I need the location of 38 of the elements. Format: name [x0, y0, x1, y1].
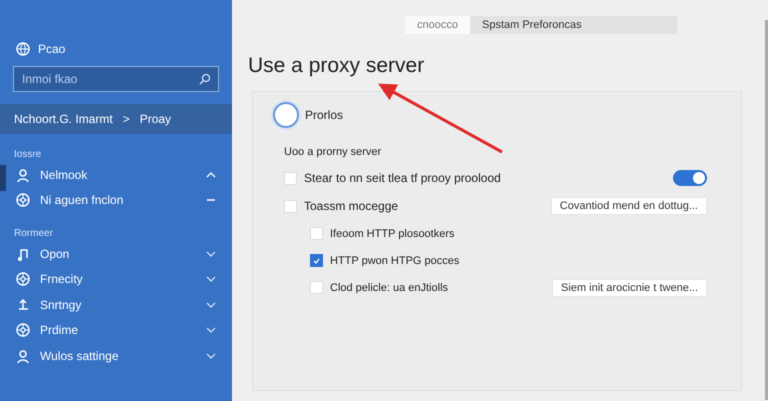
sidebar-item[interactable]: Wulos sattinge [40, 348, 196, 363]
search-icon [199, 73, 211, 85]
globe-icon [16, 42, 30, 56]
checkbox-label: Toassm mocegge [304, 199, 400, 213]
sidebar-item[interactable]: Ni aguen fnclon [40, 193, 196, 208]
action-button[interactable]: Covantiod mend en dottug... [550, 197, 707, 215]
page-title: Use a proxy server [248, 54, 426, 79]
sidebar-item[interactable]: Opon [40, 246, 196, 261]
section-heading: Rormeer [13, 226, 54, 240]
radio-button[interactable] [273, 102, 299, 128]
checkbox-label: HTTP pwon HTPG pocces [330, 254, 460, 266]
scrollbar[interactable] [765, 20, 768, 400]
checkbox-label: Stear to nn seit tlea tf prooy proolood [304, 171, 502, 185]
breadcrumb-current: Proay [140, 112, 172, 126]
sidebar-item[interactable]: Snrtngy [40, 298, 196, 312]
checkmark-icon [313, 258, 320, 264]
checkbox[interactable] [310, 254, 323, 267]
person-icon [16, 348, 30, 363]
sidebar-item[interactable]: Prdime [40, 323, 196, 338]
breadcrumb-separator: > [122, 112, 130, 126]
breadcrumb-link[interactable]: Nchoort.G. Imarmt [14, 112, 113, 126]
sidebar-item[interactable]: Nelmook [40, 168, 196, 182]
radio-label: Prorlos [305, 108, 344, 122]
person-icon [16, 168, 30, 182]
toggle-switch[interactable] [673, 170, 707, 186]
search-field[interactable]: Inmoi fkao [13, 66, 219, 92]
sidebar-item[interactable]: Frnecity [40, 272, 196, 286]
selection-indicator [0, 165, 6, 191]
action-button[interactable]: Siem init arocicnie t twene... [552, 278, 707, 296]
segment-tab[interactable]: Spstam Preforoncas [470, 16, 594, 34]
checkbox-label: Ifeoom HTTP plosootkers [330, 228, 456, 240]
section-heading: Iossre [13, 148, 42, 162]
music-note-icon [16, 246, 30, 261]
segment-tab[interactable]: cnoocco [405, 16, 470, 34]
dash-icon [206, 197, 216, 204]
sidebar-title: Pcao [38, 42, 66, 56]
checkbox-label: Clod pelicle: ua enJtiolls [330, 282, 450, 294]
group-label: Uoo a prorny server [284, 146, 382, 158]
